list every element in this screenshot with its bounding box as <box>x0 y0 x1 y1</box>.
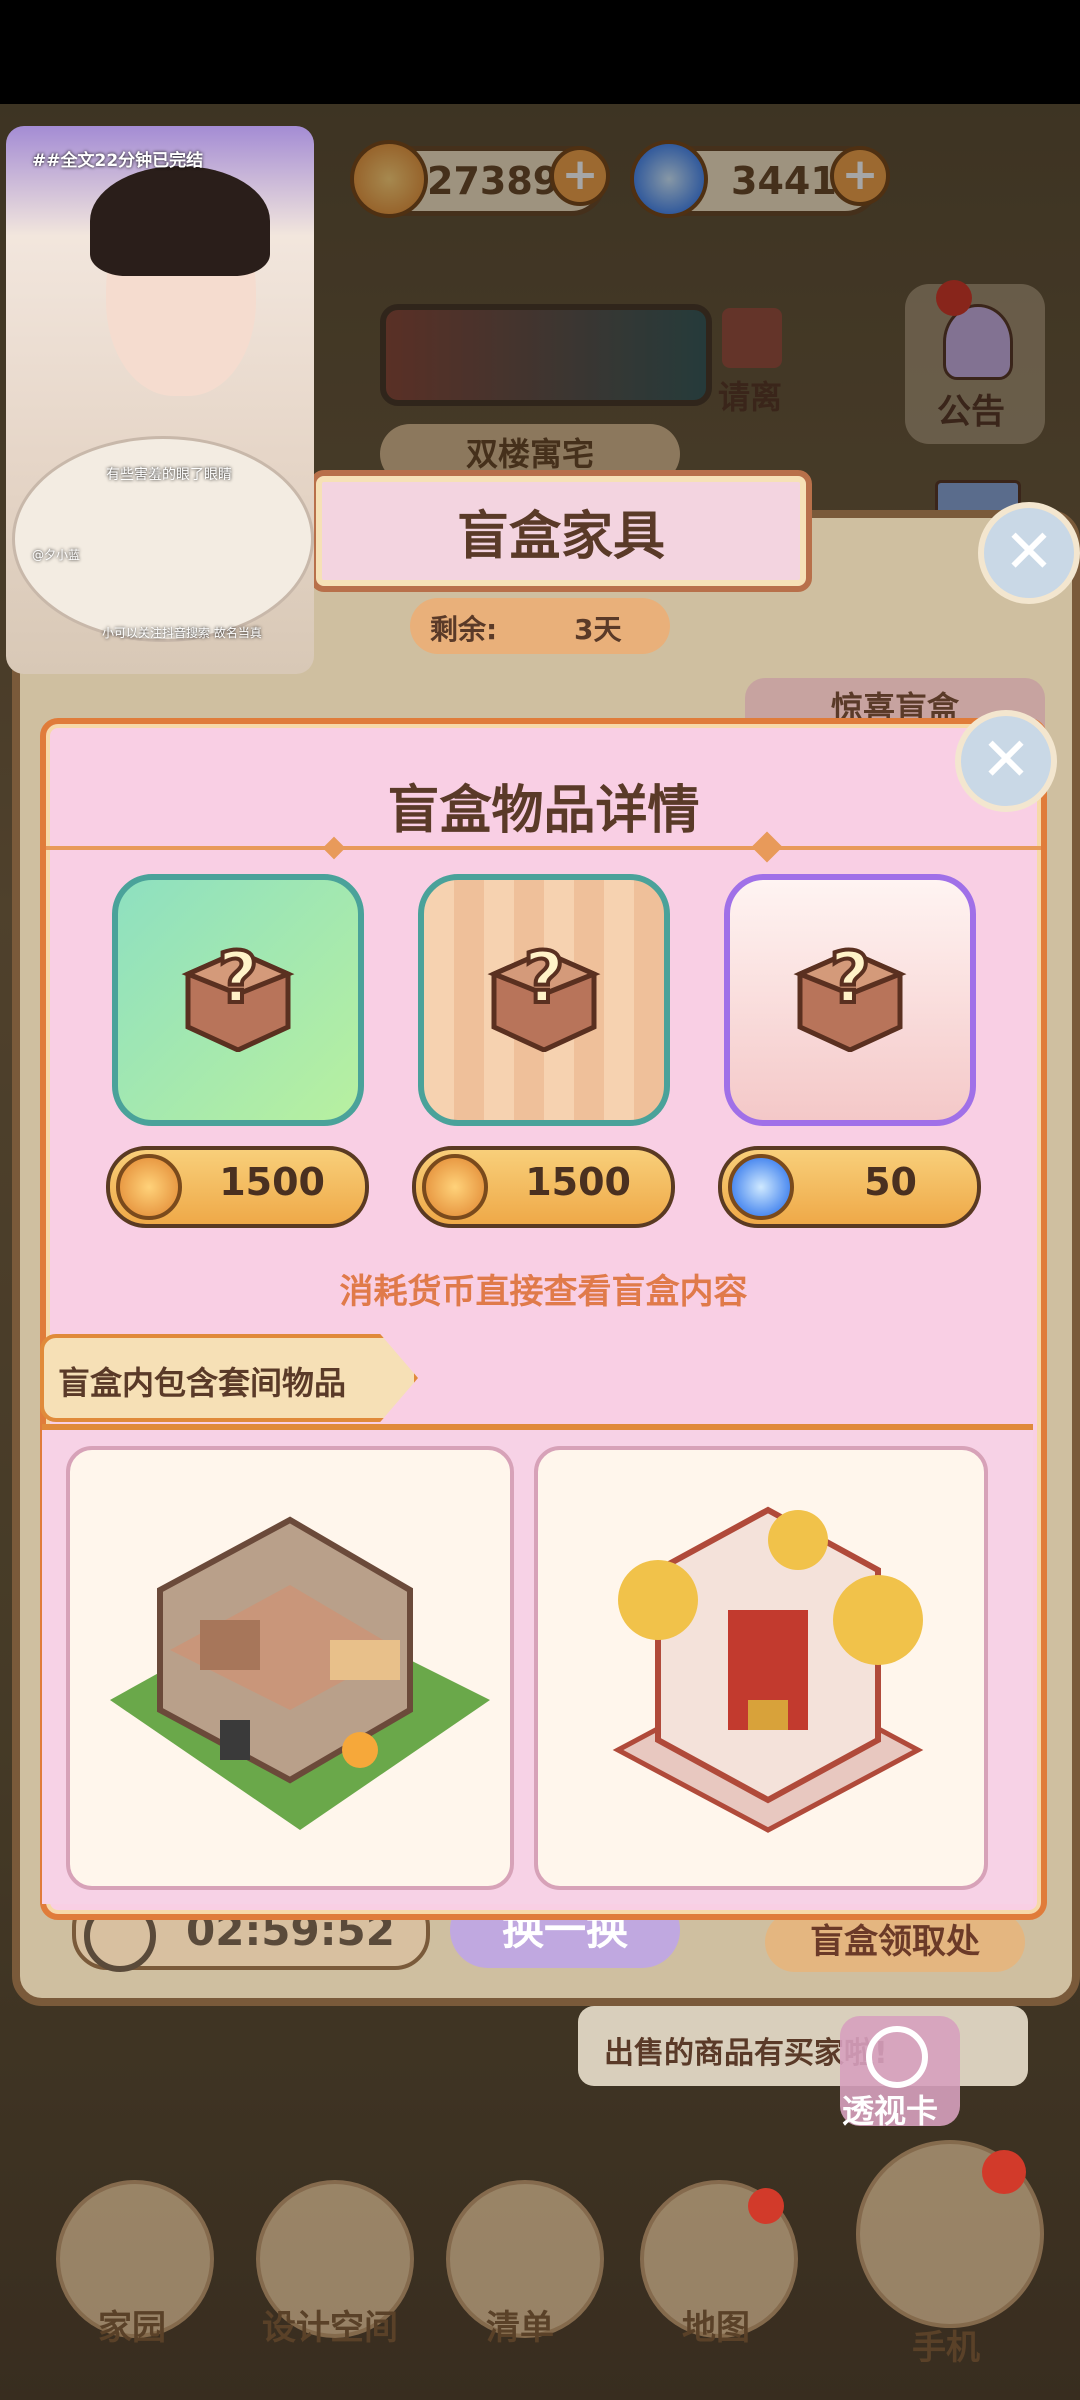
nav-home-label: 家园 <box>98 2308 166 2348</box>
box-price-button-2[interactable]: 1500 <box>412 1146 675 1228</box>
room-card-1[interactable] <box>66 1446 514 1890</box>
map-badge <box>748 2188 784 2224</box>
red-gold-palace-room-image <box>612 1506 924 1833</box>
remaining-pill: 剩余: 3天 <box>410 598 670 654</box>
video-overlay[interactable]: ##全文22分钟已完结 有些害羞的眼了眼睛 @夕小蓝 小可以关注抖音搜索 故名当… <box>6 126 314 674</box>
remaining-value: 3天 <box>574 613 622 646</box>
rustic-camp-room-image <box>110 1516 490 1830</box>
dialog-title: 盲盒物品详情 <box>387 781 700 841</box>
box-price-2: 1500 <box>525 1160 631 1204</box>
box-price-button-3[interactable]: 50 <box>718 1146 981 1228</box>
box-price-button-1[interactable]: 1500 <box>106 1146 369 1228</box>
nav-list-label: 清单 <box>486 2308 554 2348</box>
blind-box-tile-3[interactable]: ? <box>724 874 976 1126</box>
nav-map-label: 地图 <box>682 2308 750 2348</box>
question-box-icon: ? <box>484 932 604 1053</box>
claim-button[interactable]: 盲盒领取处 <box>765 1912 1025 1972</box>
dialog-close-button[interactable]: ✕ <box>955 710 1057 812</box>
panel-title-banner: 盲盒家具 <box>310 470 812 592</box>
contents-label: 盲盒内包含套间物品 <box>58 1364 347 1402</box>
nav-design-label: 设计空间 <box>262 2308 398 2348</box>
contents-label-ribbon: 盲盒内包含套间物品 <box>40 1334 418 1422</box>
video-caption-top: ##全文22分钟已完结 <box>32 151 204 171</box>
svg-text:?: ? <box>524 937 565 1019</box>
panel-title: 盲盒家具 <box>456 507 665 567</box>
blind-box-details-dialog: 盲盒物品详情 ? ? ? 1500 1500 50 消耗货币直接查看盲盒内容 盲… <box>40 718 1047 1920</box>
blind-box-tile-1[interactable]: ? <box>112 874 364 1126</box>
video-caption-bottom: 小可以关注抖音搜索 故名当真 <box>102 626 262 640</box>
svg-text:?: ? <box>830 937 871 1019</box>
question-box-icon: ? <box>178 932 298 1053</box>
box-price-1: 1500 <box>219 1160 325 1204</box>
blind-box-tile-2[interactable]: ? <box>418 874 670 1126</box>
toast: 出售的商品有买家啦! <box>578 2006 1028 2086</box>
magnifier-icon <box>866 2026 928 2088</box>
xray-card-button[interactable]: 透视卡 <box>840 2016 960 2130</box>
hint-text: 消耗货币直接查看盲盒内容 <box>339 1272 748 1312</box>
box-price-3: 50 <box>864 1160 917 1204</box>
xray-card-label: 透视卡 <box>842 2092 939 2130</box>
question-box-icon: ? <box>790 932 910 1053</box>
panel-close-button[interactable]: ✕ <box>978 502 1080 604</box>
hair-shape <box>90 166 270 276</box>
room-card-2[interactable] <box>534 1446 988 1890</box>
gold-coin-icon <box>116 1154 182 1220</box>
video-caption-mid: 有些害羞的眼了眼睛 <box>106 467 232 483</box>
svg-text:?: ? <box>218 937 259 1019</box>
gold-coin-icon <box>422 1154 488 1220</box>
nav-phone-label: 手机 <box>912 2328 980 2368</box>
remaining-label: 剩余: <box>430 613 498 646</box>
title-divider <box>46 846 1041 850</box>
phone-badge <box>982 2150 1026 2194</box>
gem-icon <box>728 1154 794 1220</box>
video-caption-handle: @夕小蓝 <box>32 548 81 562</box>
